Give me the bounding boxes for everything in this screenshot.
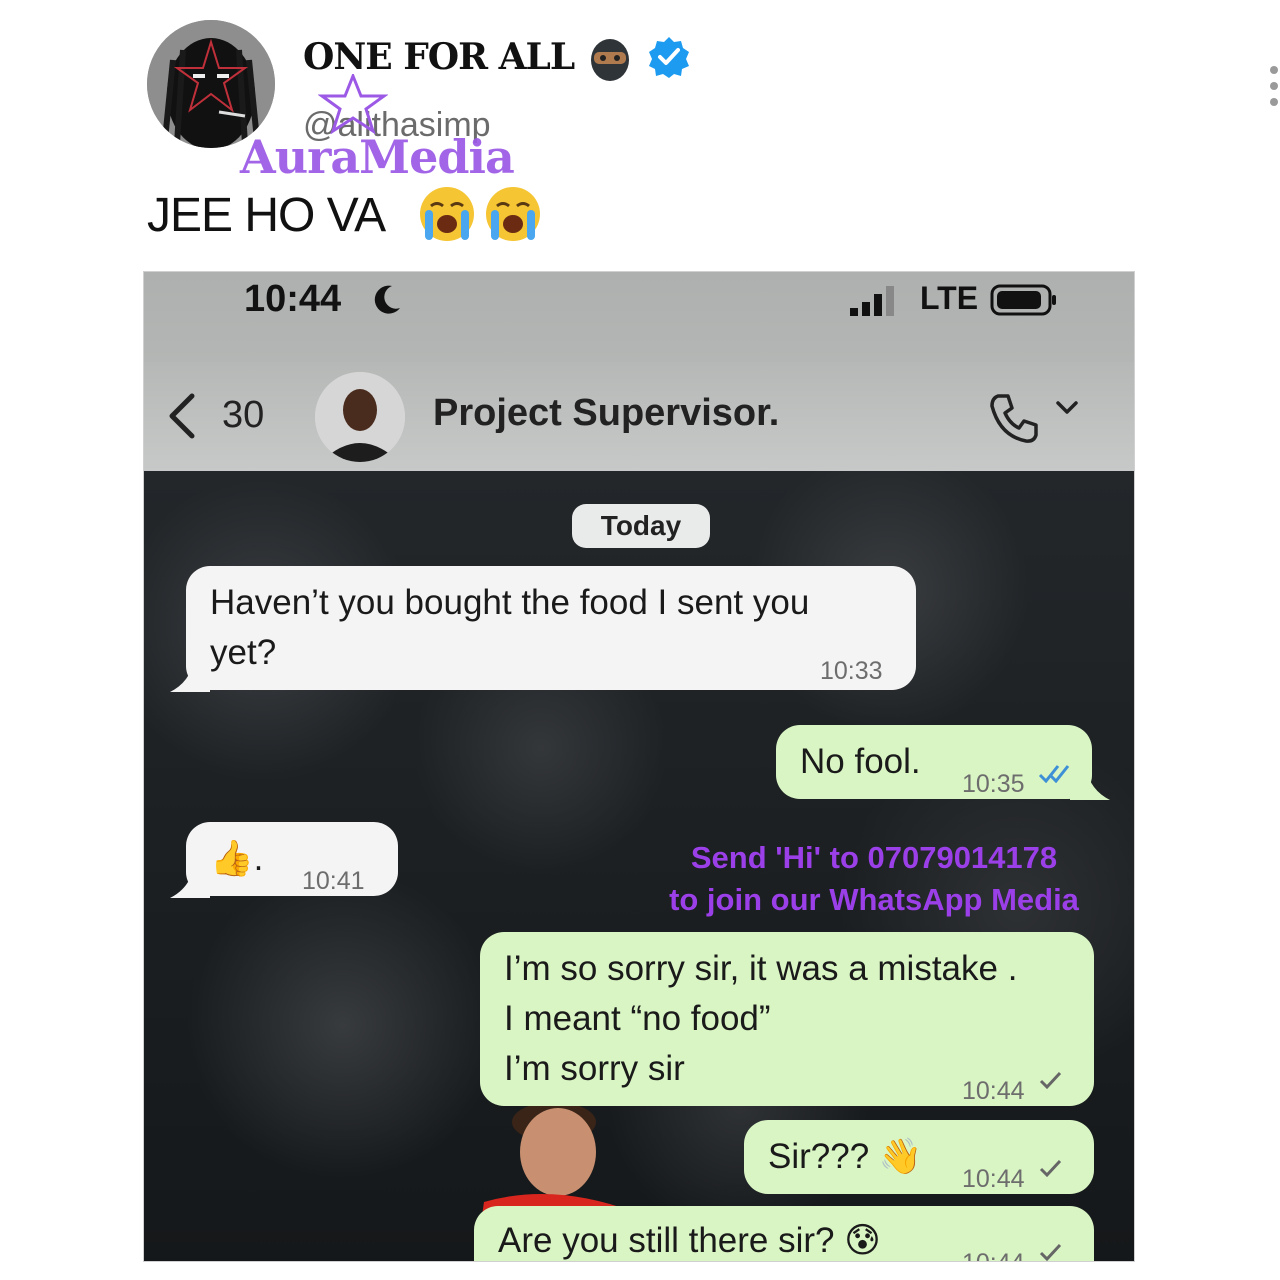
- loudly-crying-face-icon: [420, 187, 474, 241]
- phone-icon[interactable]: [986, 390, 1042, 451]
- message-bubble-incoming[interactable]: Haven’t you bought the food I sent you y…: [186, 566, 916, 690]
- moon-icon: [370, 282, 404, 321]
- tweet-text: JEE HO VA: [147, 189, 386, 242]
- ninja-emoji-icon: [588, 34, 632, 87]
- message-time: 10:41: [302, 867, 365, 895]
- message-time: 10:44: [962, 1238, 1025, 1261]
- date-chip: Today: [572, 504, 710, 548]
- more-options-icon[interactable]: [1268, 64, 1280, 113]
- crying-emojis: [417, 184, 547, 249]
- message-time: 10:35: [962, 770, 1025, 798]
- message-bubble-incoming[interactable]: 👍. 10:41: [186, 822, 398, 896]
- sent-check-icon: [1039, 1159, 1062, 1178]
- back-count[interactable]: 30: [222, 394, 264, 437]
- verified-badge-icon: [648, 36, 690, 83]
- status-time: 10:44: [244, 278, 342, 320]
- loudly-crying-face-icon: [486, 187, 540, 241]
- network-label: LTE: [920, 280, 979, 316]
- contact-name[interactable]: Project Supervisor.: [433, 392, 779, 435]
- signal-icon: [850, 284, 902, 323]
- display-name[interactable]: ONE FOR ALL: [303, 36, 575, 78]
- status-bar: 10:44 LTE: [144, 272, 1134, 362]
- message-bubble-outgoing[interactable]: I’m so sorry sir, it was a mistake . I m…: [480, 932, 1094, 1106]
- message-time: 10:33: [820, 657, 883, 685]
- promo-line-2: to join our WhatsApp Media: [669, 882, 1079, 917]
- message-text: Are you still there sir? 😰: [498, 1221, 881, 1260]
- promo-text: Send 'Hi' to 07079014178 to join our Wha…: [614, 837, 1134, 921]
- sent-check-icon: [1039, 1071, 1062, 1090]
- message-bubble-outgoing[interactable]: Sir??? 👋 10:44: [744, 1120, 1094, 1194]
- sent-check-icon: [1039, 1243, 1062, 1261]
- back-chevron-icon[interactable]: [166, 392, 198, 445]
- watermark-logo: AuraMedia: [240, 130, 515, 184]
- message-text: 👍.: [210, 839, 264, 878]
- message-bubble-outgoing[interactable]: Are you still there sir? 😰 10:44: [474, 1206, 1094, 1261]
- message-time: 10:44: [962, 1165, 1025, 1193]
- battery-icon: [990, 284, 1060, 321]
- read-double-check-icon: [1038, 765, 1070, 783]
- message-text: Haven’t you bought the food I sent you y…: [210, 583, 810, 672]
- promo-line-1: Send 'Hi' to 07079014178: [690, 840, 1058, 875]
- message-text: No fool.: [800, 742, 921, 781]
- message-time: 10:44: [962, 1077, 1025, 1105]
- contact-avatar[interactable]: [315, 372, 405, 462]
- message-bubble-outgoing[interactable]: No fool. 10:35: [776, 725, 1092, 799]
- chevron-down-icon[interactable]: [1054, 398, 1080, 423]
- message-text: I’m so sorry sir, it was a mistake . I m…: [504, 949, 1018, 1088]
- chat-screenshot: 10:44 LTE 30 Project Supervisor. Today H…: [143, 271, 1135, 1262]
- message-text: Sir??? 👋: [768, 1137, 923, 1176]
- chat-header: 30 Project Supervisor.: [144, 362, 1134, 471]
- profile-avatar[interactable]: [147, 20, 275, 148]
